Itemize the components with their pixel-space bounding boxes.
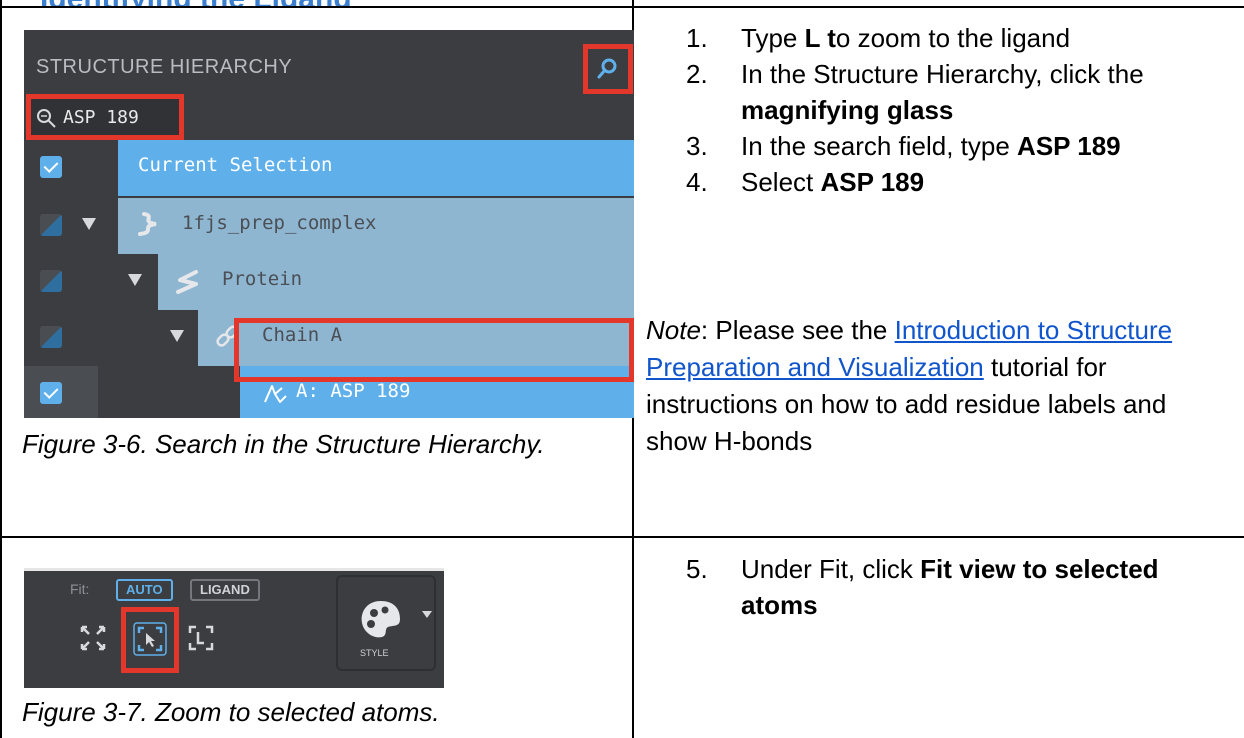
step-item: 2. In the Structure Hierarchy, click the … xyxy=(686,59,1144,125)
fit-ligand-icon[interactable] xyxy=(182,619,220,657)
tree-row-label: 1fjs_prep_complex xyxy=(182,212,377,234)
note-paragraph: Note: Please see the Introduction to Str… xyxy=(646,315,1173,456)
entry-helix-icon xyxy=(138,212,157,236)
panel-title: STRUCTURE HIERARCHY xyxy=(36,56,293,78)
step-item: 4. Select ASP 189 xyxy=(686,167,925,197)
expand-triangle-icon[interactable] xyxy=(82,218,96,230)
fit-label: Fit: xyxy=(70,581,90,597)
tree-row-protein[interactable]: Protein xyxy=(24,254,634,310)
table-border-top xyxy=(0,6,1244,8)
asp-189-highlight xyxy=(234,318,634,382)
residue-icon xyxy=(264,385,287,403)
style-label: STYLE xyxy=(360,648,389,658)
search-icon xyxy=(597,58,617,79)
figure-3-7-caption: Figure 3-7. Zoom to selected atoms. xyxy=(22,697,440,727)
tree-row-complex[interactable]: 1fjs_prep_complex xyxy=(24,198,634,254)
palette-icon xyxy=(361,601,400,638)
magnifying-glass-button[interactable] xyxy=(583,44,633,94)
tree-row-label: Protein xyxy=(222,268,303,290)
style-dropdown-caret-icon[interactable] xyxy=(422,611,432,618)
step-item: 5. Under Fit, click Fit view to selected … xyxy=(686,554,1159,620)
steps-list-continued: 5. Under Fit, click Fit view to selected … xyxy=(686,551,1226,623)
step-item: 3. In the search field, type ASP 189 xyxy=(686,131,1121,161)
search-field-icon xyxy=(37,109,56,128)
checkbox-checked-icon[interactable] xyxy=(40,382,62,404)
ligand-fit-toggle[interactable]: LIGAND xyxy=(190,579,260,601)
search-input[interactable]: ASP 189 xyxy=(26,94,184,140)
fit-all-icon[interactable] xyxy=(74,619,112,657)
tree-row-current-selection[interactable]: Current Selection xyxy=(24,140,634,196)
search-value: ASP 189 xyxy=(63,107,139,128)
auto-fit-toggle[interactable]: AUTO xyxy=(116,579,173,601)
protein-ribbon-icon xyxy=(176,270,198,294)
fit-toolbar: Fit: AUTO LIGAND STYLE xyxy=(24,568,444,688)
fit-selected-icon xyxy=(133,622,167,656)
table-border-row-divider xyxy=(0,536,1244,538)
expand-triangle-icon[interactable] xyxy=(128,274,142,286)
table-border-left xyxy=(0,0,2,738)
steps-list: 1. Type L to zoom to the ligand 2. In the … xyxy=(686,20,1226,200)
expand-triangle-icon[interactable] xyxy=(170,330,184,342)
tree-row-label: Current Selection xyxy=(138,154,333,176)
note-label: Note xyxy=(646,315,701,345)
figure-3-6-caption: Figure 3-6. Search in the Structure Hier… xyxy=(22,429,545,459)
fit-selected-button[interactable] xyxy=(121,607,179,673)
tree-row-label: A: ASP 189 xyxy=(296,380,411,402)
structure-hierarchy-panel: STRUCTURE HIERARCHY ASP 189 Current Sele… xyxy=(24,30,634,418)
step-item: 1. Type L to zoom to the ligand xyxy=(686,23,1071,53)
checkbox-checked-icon[interactable] xyxy=(40,156,62,178)
